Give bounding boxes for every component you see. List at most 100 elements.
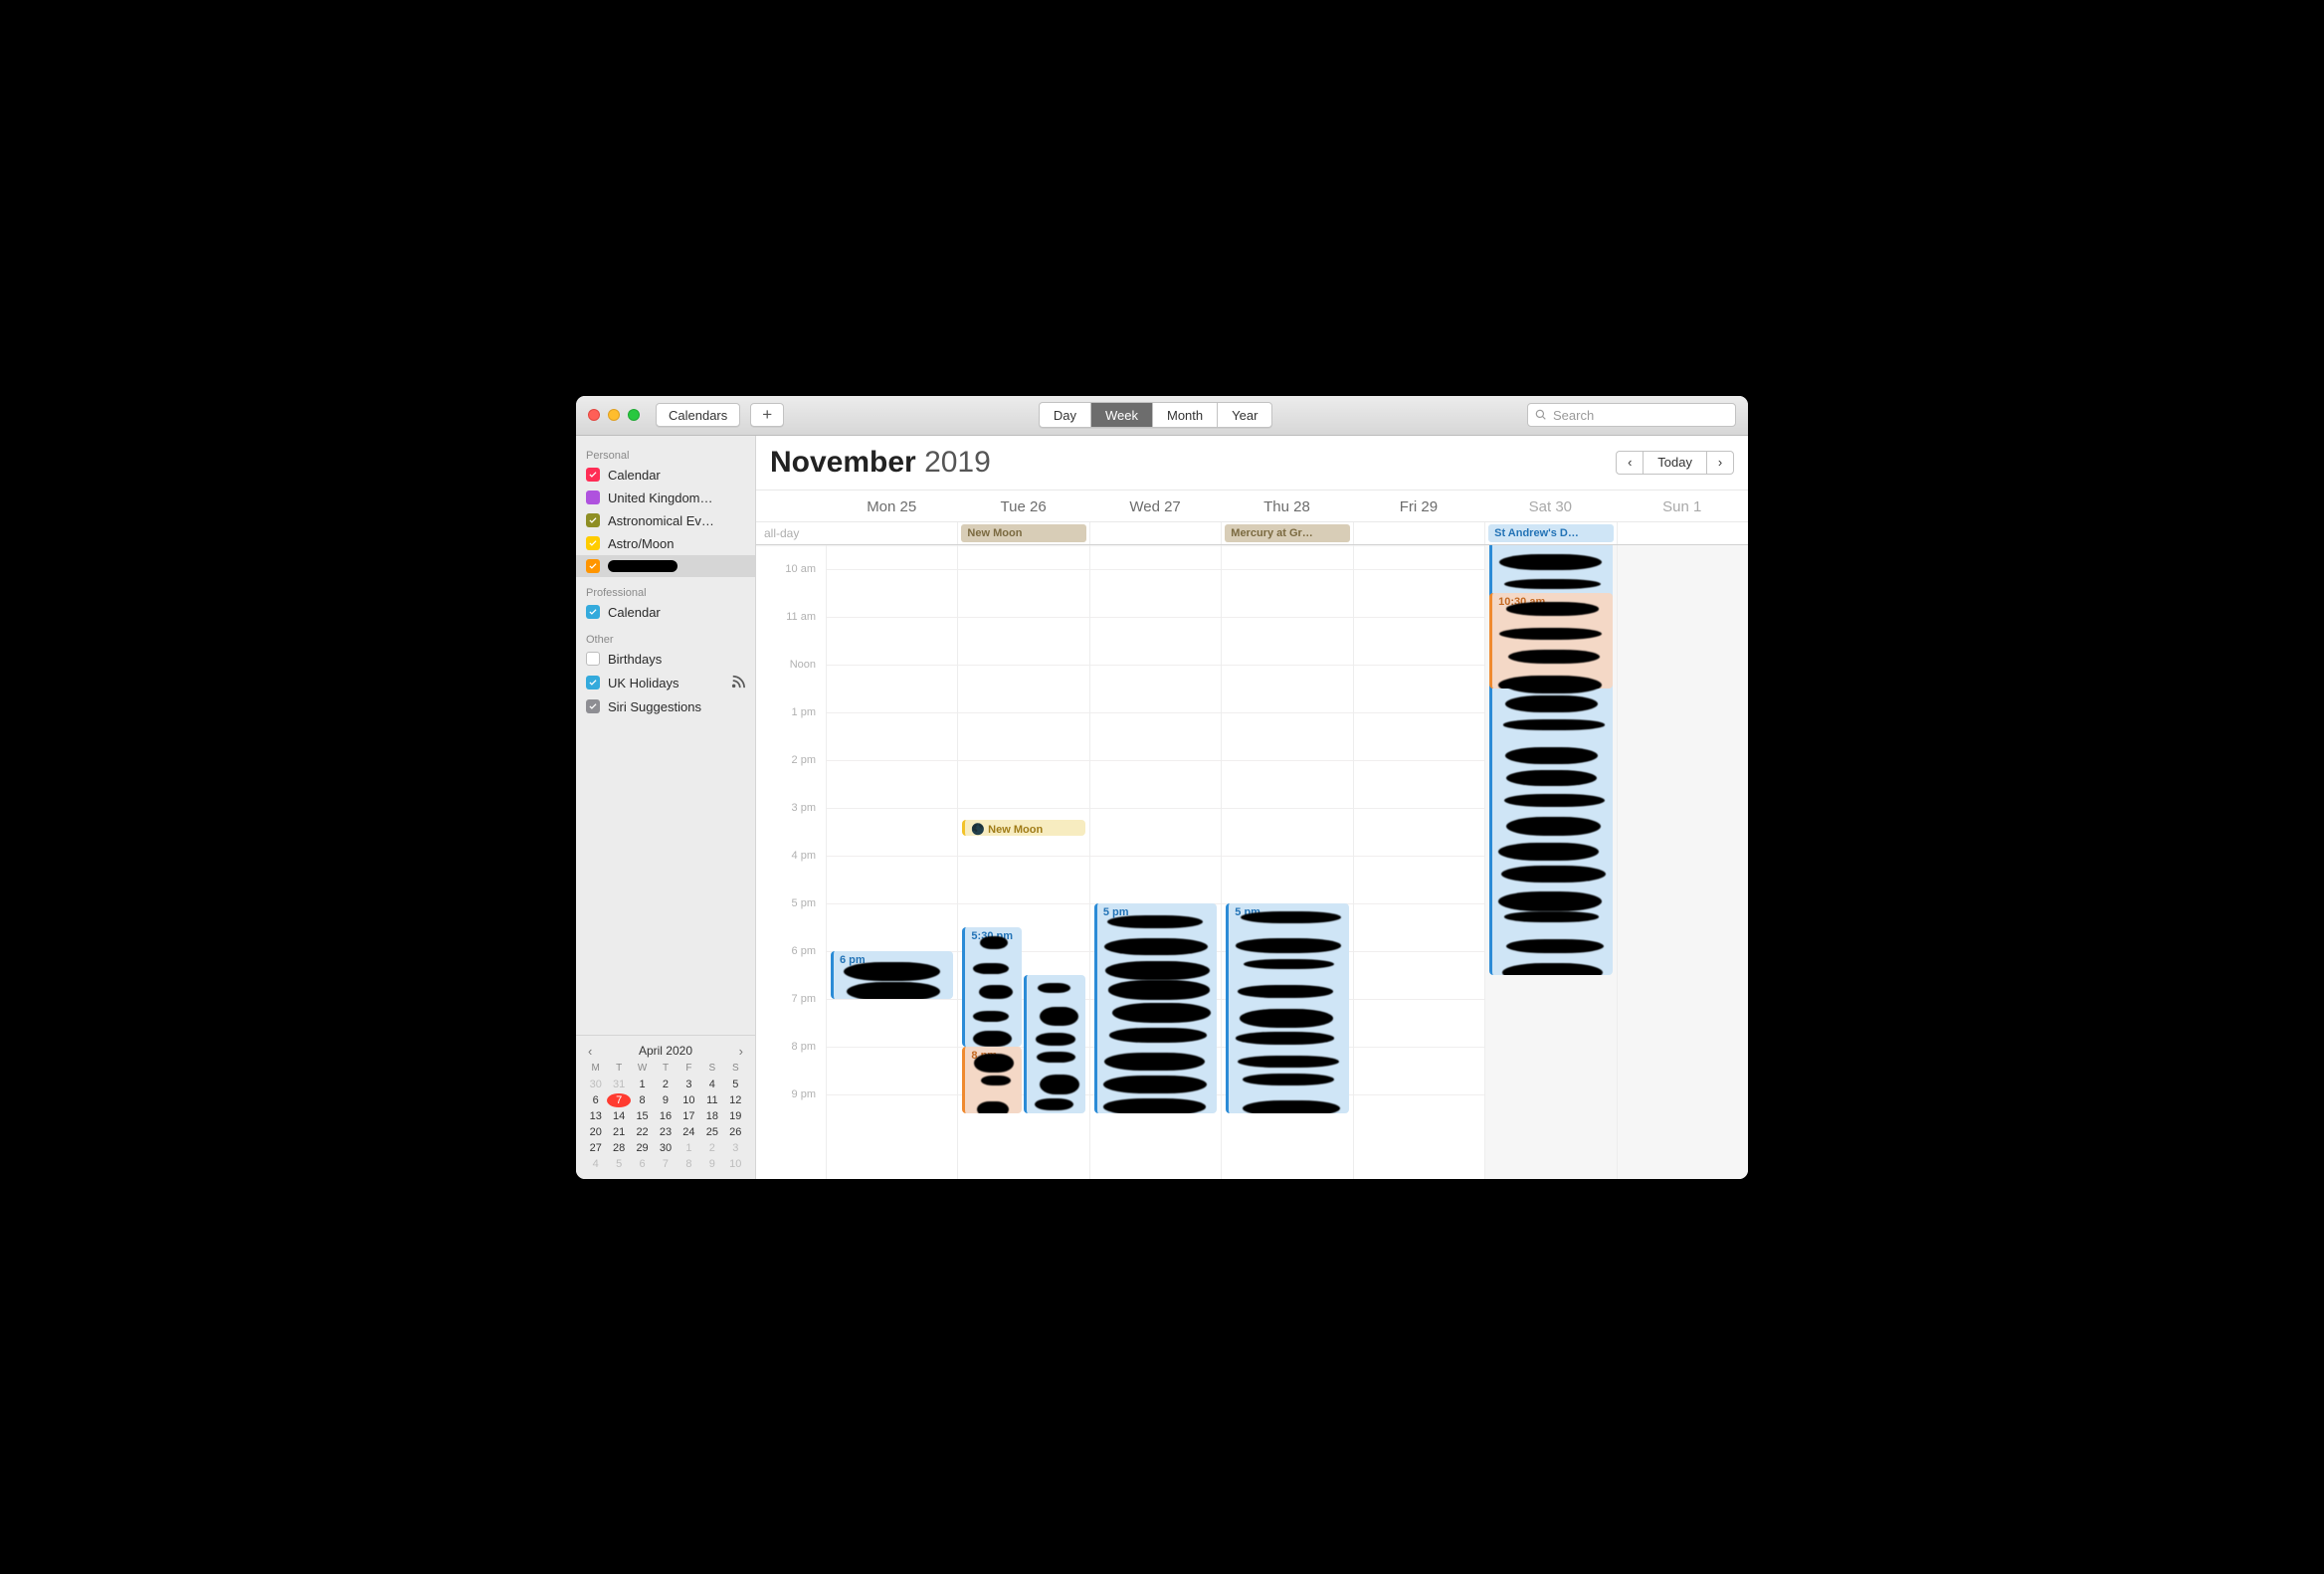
- sidebar-item[interactable]: Calendar: [576, 464, 755, 487]
- next-week-button[interactable]: ›: [1706, 451, 1734, 475]
- all-day-event[interactable]: St Andrew's D…: [1488, 524, 1613, 542]
- view-month[interactable]: Month: [1153, 403, 1218, 427]
- mini-day[interactable]: 18: [700, 1109, 723, 1123]
- day-column[interactable]: 5 pm: [1089, 545, 1221, 1179]
- mini-day[interactable]: 21: [607, 1125, 630, 1139]
- mini-day[interactable]: 9: [700, 1157, 723, 1171]
- sidebar-item[interactable]: United Kingdom…: [576, 487, 755, 509]
- mini-day[interactable]: 2: [654, 1078, 677, 1091]
- mini-day[interactable]: 4: [700, 1078, 723, 1091]
- mini-day[interactable]: 29: [631, 1141, 654, 1155]
- mini-day[interactable]: 12: [724, 1093, 747, 1107]
- mini-day[interactable]: 2: [700, 1141, 723, 1155]
- search-input[interactable]: Search: [1527, 403, 1736, 427]
- sidebar-item[interactable]: Siri Suggestions: [576, 695, 755, 718]
- mini-day[interactable]: 1: [678, 1141, 700, 1155]
- day-column[interactable]: 10:30 am: [1484, 545, 1616, 1179]
- mini-day[interactable]: 3: [724, 1141, 747, 1155]
- checkbox-icon[interactable]: [586, 676, 600, 689]
- calendar-event[interactable]: 5 pm: [1094, 903, 1217, 1113]
- mini-day[interactable]: 11: [700, 1093, 723, 1107]
- mini-day[interactable]: 16: [654, 1109, 677, 1123]
- calendar-event[interactable]: 🌑 New Moon: [962, 820, 1084, 837]
- all-day-cell[interactable]: St Andrew's D…: [1484, 522, 1616, 544]
- checkbox-icon[interactable]: [586, 513, 600, 527]
- day-column[interactable]: 🌑 New Moon5:30 pm8 pm: [957, 545, 1088, 1179]
- mini-day[interactable]: 28: [607, 1141, 630, 1155]
- checkbox-icon[interactable]: [586, 468, 600, 482]
- mini-day[interactable]: 5: [607, 1157, 630, 1171]
- today-button[interactable]: Today: [1644, 451, 1706, 475]
- mini-day[interactable]: 6: [584, 1093, 607, 1107]
- mini-day[interactable]: 30: [654, 1141, 677, 1155]
- mini-day[interactable]: 19: [724, 1109, 747, 1123]
- sidebar-item[interactable]: [576, 555, 755, 577]
- minimize-icon[interactable]: [608, 409, 620, 421]
- mini-day[interactable]: 14: [607, 1109, 630, 1123]
- mini-day[interactable]: 7: [607, 1093, 630, 1107]
- view-week[interactable]: Week: [1091, 403, 1153, 427]
- mini-day[interactable]: 22: [631, 1125, 654, 1139]
- mini-day[interactable]: 13: [584, 1109, 607, 1123]
- day-column[interactable]: 6 pm: [826, 545, 957, 1179]
- all-day-event[interactable]: Mercury at Gr…: [1225, 524, 1349, 542]
- mini-day[interactable]: 9: [654, 1093, 677, 1107]
- checkbox-icon[interactable]: [586, 652, 600, 666]
- calendar-event[interactable]: 8 pm: [962, 1047, 1021, 1113]
- mini-day[interactable]: 25: [700, 1125, 723, 1139]
- mini-day[interactable]: 10: [724, 1157, 747, 1171]
- mini-day[interactable]: 27: [584, 1141, 607, 1155]
- mini-day[interactable]: 6: [631, 1157, 654, 1171]
- mini-day[interactable]: 3: [678, 1078, 700, 1091]
- mini-day[interactable]: 5: [724, 1078, 747, 1091]
- add-button[interactable]: +: [750, 403, 784, 427]
- mini-day[interactable]: 24: [678, 1125, 700, 1139]
- mini-day[interactable]: 31: [607, 1078, 630, 1091]
- mini-day[interactable]: 30: [584, 1078, 607, 1091]
- all-day-cell[interactable]: [826, 522, 957, 544]
- mini-day[interactable]: 23: [654, 1125, 677, 1139]
- all-day-cell[interactable]: [1617, 522, 1748, 544]
- day-column[interactable]: 5 pm: [1221, 545, 1352, 1179]
- all-day-event[interactable]: New Moon: [961, 524, 1085, 542]
- mini-next-button[interactable]: ›: [735, 1044, 747, 1059]
- zoom-icon[interactable]: [628, 409, 640, 421]
- mini-day[interactable]: 17: [678, 1109, 700, 1123]
- sidebar-item[interactable]: Astronomical Ev…: [576, 509, 755, 532]
- sidebar-item[interactable]: Astro/Moon: [576, 532, 755, 555]
- view-day[interactable]: Day: [1040, 403, 1091, 427]
- mini-day[interactable]: 7: [654, 1157, 677, 1171]
- checkbox-icon[interactable]: [586, 699, 600, 713]
- sidebar-item[interactable]: UK Holidays: [576, 671, 755, 695]
- calendar-event[interactable]: 6 pm: [831, 951, 953, 999]
- calendar-event[interactable]: 10:30 am: [1489, 593, 1612, 689]
- sidebar-item[interactable]: Calendar: [576, 601, 755, 624]
- checkbox-icon[interactable]: [586, 559, 600, 573]
- mini-day[interactable]: 26: [724, 1125, 747, 1139]
- view-year[interactable]: Year: [1218, 403, 1271, 427]
- mini-prev-button[interactable]: ‹: [584, 1044, 596, 1059]
- mini-day[interactable]: 8: [631, 1093, 654, 1107]
- all-day-cell[interactable]: New Moon: [957, 522, 1088, 544]
- sidebar-item[interactable]: Birthdays: [576, 648, 755, 671]
- mini-day[interactable]: 8: [678, 1157, 700, 1171]
- mini-day[interactable]: 20: [584, 1125, 607, 1139]
- calendar-event[interactable]: 5 pm: [1226, 903, 1348, 1113]
- calendar-event[interactable]: [1024, 975, 1085, 1113]
- all-day-cell[interactable]: [1089, 522, 1221, 544]
- checkbox-icon[interactable]: [586, 605, 600, 619]
- close-icon[interactable]: [588, 409, 600, 421]
- calendars-button[interactable]: Calendars: [656, 403, 740, 427]
- day-column[interactable]: [1617, 545, 1748, 1179]
- mini-day[interactable]: 10: [678, 1093, 700, 1107]
- all-day-cell[interactable]: [1353, 522, 1484, 544]
- prev-week-button[interactable]: ‹: [1616, 451, 1644, 475]
- checkbox-icon[interactable]: [586, 491, 600, 504]
- checkbox-icon[interactable]: [586, 536, 600, 550]
- all-day-cell[interactable]: Mercury at Gr…: [1221, 522, 1352, 544]
- mini-day[interactable]: 4: [584, 1157, 607, 1171]
- mini-day[interactable]: 15: [631, 1109, 654, 1123]
- mini-day[interactable]: 1: [631, 1078, 654, 1091]
- day-column[interactable]: [1353, 545, 1484, 1179]
- week-grid[interactable]: 6 pm🌑 New Moon5:30 pm8 pm5 pm5 pm10:30 a…: [826, 545, 1748, 1179]
